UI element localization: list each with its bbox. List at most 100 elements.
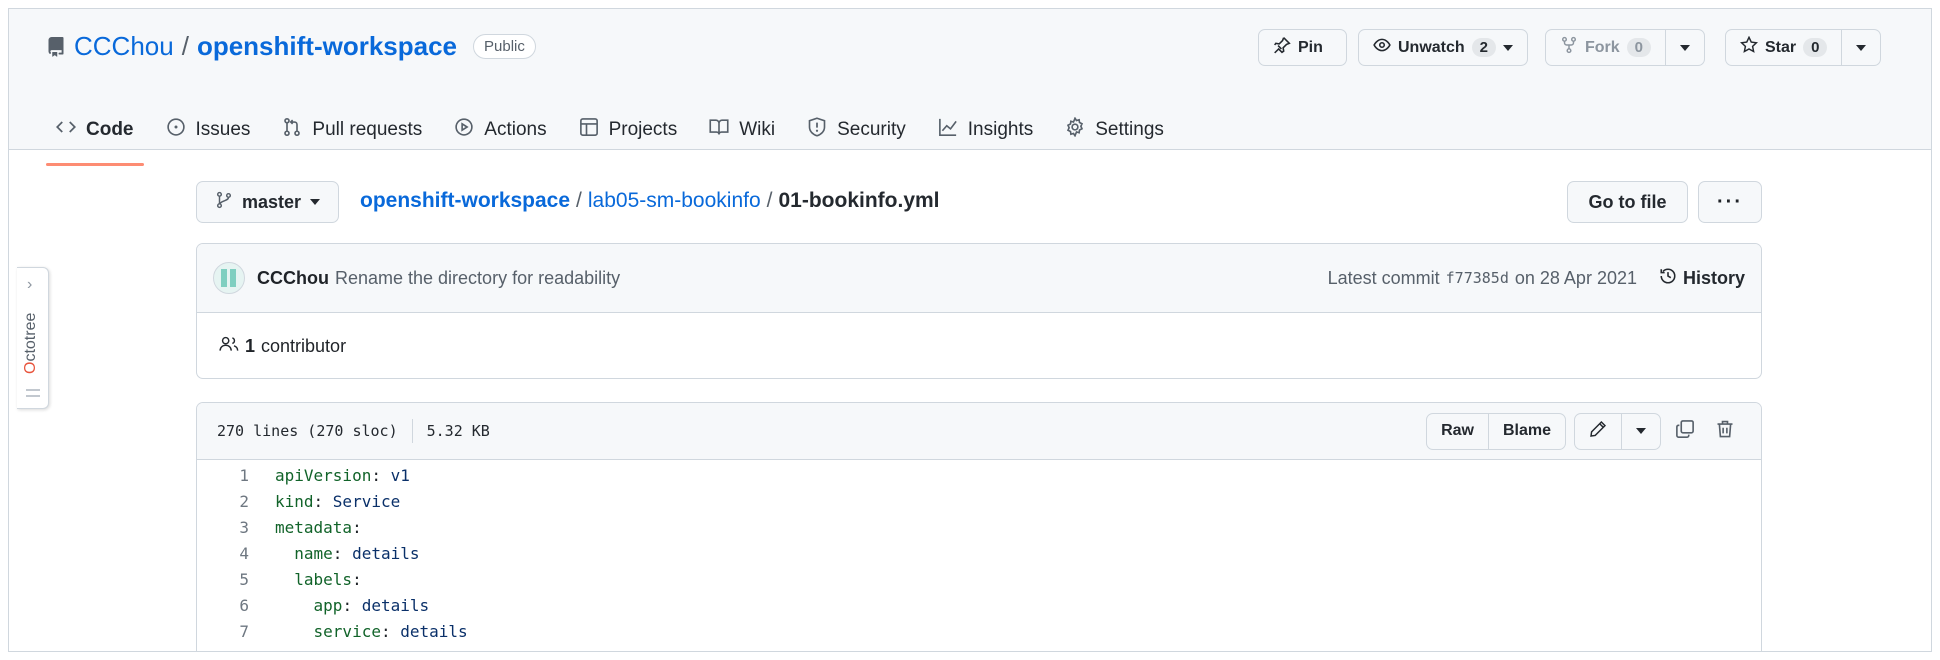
repo-title: CCChou / openshift-workspace Public — [46, 31, 536, 62]
browser-frame: CCChou / openshift-workspace Public Pin … — [8, 8, 1932, 652]
tab-insights[interactable]: Insights — [928, 107, 1043, 163]
breadcrumb-dir-link[interactable]: lab05-sm-bookinfo — [588, 189, 761, 213]
yaml-key: metadata — [275, 517, 353, 537]
tab-issues[interactable]: Issues — [156, 107, 261, 163]
commit-sha-link[interactable]: f77385d — [1446, 269, 1509, 287]
repo-name-link[interactable]: openshift-workspace — [197, 31, 457, 62]
chevron-down-icon — [1503, 44, 1514, 51]
fork-button-group: Fork 0 — [1545, 29, 1706, 66]
yaml-key: apiVersion — [275, 465, 372, 485]
edit-button[interactable] — [1575, 414, 1621, 449]
code-content: service: details — [249, 622, 468, 641]
tab-pull-requests-label: Pull requests — [312, 119, 423, 140]
star-button[interactable]: Star 0 — [1726, 30, 1841, 65]
code-line: 2 kind: Service — [197, 488, 1761, 514]
chevron-down-icon — [1680, 44, 1691, 51]
breadcrumb-repo-link[interactable]: openshift-workspace — [360, 189, 570, 213]
star-dropdown[interactable] — [1841, 30, 1880, 65]
commit-bar: CCChou Rename the directory for readabil… — [197, 244, 1761, 313]
more-options-button[interactable]: ··· — [1698, 181, 1762, 223]
star-label: Star — [1765, 38, 1797, 56]
chevron-down-icon — [1856, 44, 1867, 51]
avatar[interactable] — [213, 262, 245, 294]
line-number[interactable]: 7 — [197, 622, 249, 641]
file-size: 5.32 KB — [426, 422, 490, 440]
contributor-count: 1 — [245, 335, 256, 356]
line-number[interactable]: 1 — [197, 466, 249, 485]
chevron-down-icon — [1636, 428, 1646, 434]
tab-settings[interactable]: Settings — [1055, 107, 1174, 163]
code-content: name: details — [249, 544, 419, 563]
tab-actions[interactable]: Actions — [444, 107, 556, 163]
fork-icon — [1560, 36, 1578, 59]
code-content: kind: Service — [275, 491, 401, 511]
line-number[interactable]: 6 — [197, 596, 249, 615]
fork-dropdown[interactable] — [1665, 30, 1704, 65]
issue-icon — [166, 117, 186, 143]
go-to-file-button[interactable]: Go to file — [1567, 181, 1688, 223]
code-line: 1 apiVersion: v1 — [197, 462, 1761, 488]
tab-security[interactable]: Security — [797, 107, 916, 163]
yaml-key: service — [313, 621, 381, 641]
yaml-key: kind — [275, 491, 314, 511]
fork-button[interactable]: Fork 0 — [1546, 30, 1665, 65]
code-listing: 1 apiVersion: v1 2 kind: Service 3 metadata: 4… — [197, 460, 1761, 644]
history-label: History — [1682, 267, 1745, 288]
octotree-sidebar-toggle[interactable]: › Octotree — [17, 267, 49, 409]
divider — [411, 419, 413, 443]
fork-count: 0 — [1626, 38, 1652, 57]
file-header: 270 lines (270 sloc) 5.32 KB Raw Blame — [197, 403, 1761, 460]
unwatch-button[interactable]: Unwatch 2 — [1358, 29, 1529, 66]
commit-author[interactable]: CCChou — [257, 268, 329, 289]
branch-selector[interactable]: master — [196, 181, 340, 223]
code-line: 6 app: details — [197, 592, 1761, 618]
repo-icon — [46, 36, 66, 57]
line-number[interactable]: 2 — [197, 492, 249, 511]
star-count: 0 — [1803, 38, 1828, 57]
gear-icon — [1065, 116, 1085, 143]
contributor-label: contributor — [261, 335, 347, 356]
edit-group — [1574, 412, 1661, 450]
octotree-label-initial: O — [22, 361, 39, 374]
pencil-icon — [1589, 420, 1607, 443]
line-count: 270 lines (270 sloc) — [217, 422, 398, 440]
code-content: labels: — [249, 569, 361, 589]
tab-settings-label: Settings — [1095, 119, 1164, 140]
history-icon — [1659, 267, 1677, 290]
book-icon — [709, 117, 729, 143]
tab-projects[interactable]: Projects — [569, 107, 688, 163]
yaml-value: Service — [332, 491, 401, 511]
raw-button[interactable]: Raw — [1427, 414, 1488, 449]
breadcrumb-separator: / — [766, 189, 773, 212]
yaml-value: details — [361, 595, 430, 615]
copy-button[interactable] — [1669, 415, 1701, 447]
line-number[interactable]: 3 — [197, 518, 249, 537]
repo-nav: Code Issues Pull requests Actions Projec… — [46, 107, 1186, 166]
people-icon — [219, 335, 239, 358]
file-viewer: 270 lines (270 sloc) 5.32 KB Raw Blame 1… — [196, 402, 1762, 651]
history-link[interactable]: History — [1659, 267, 1745, 290]
line-number[interactable]: 4 — [197, 544, 249, 563]
commit-message[interactable]: Rename the directory for readability — [335, 268, 620, 289]
line-number[interactable]: 5 — [197, 570, 249, 589]
tab-pull-requests[interactable]: Pull requests — [272, 107, 432, 163]
blame-button[interactable]: Blame — [1487, 413, 1565, 449]
delete-button[interactable] — [1709, 415, 1741, 447]
shield-icon — [807, 117, 827, 143]
yaml-value: details — [400, 621, 468, 641]
tab-issues-label: Issues — [195, 119, 251, 140]
file-actions: Raw Blame — [1426, 412, 1741, 450]
grip-icon[interactable] — [26, 389, 40, 397]
edit-dropdown[interactable] — [1621, 413, 1660, 449]
latest-commit-label: Latest commit — [1327, 267, 1440, 288]
tab-wiki[interactable]: Wiki — [699, 107, 785, 163]
pin-button[interactable]: Pin — [1258, 29, 1347, 66]
star-icon — [1739, 35, 1759, 59]
tab-actions-label: Actions — [484, 119, 547, 140]
star-button-group: Star 0 — [1725, 29, 1882, 66]
yaml-key: labels — [294, 569, 353, 589]
tab-code[interactable]: Code — [46, 107, 144, 166]
repo-owner-link[interactable]: CCChou — [74, 31, 174, 62]
